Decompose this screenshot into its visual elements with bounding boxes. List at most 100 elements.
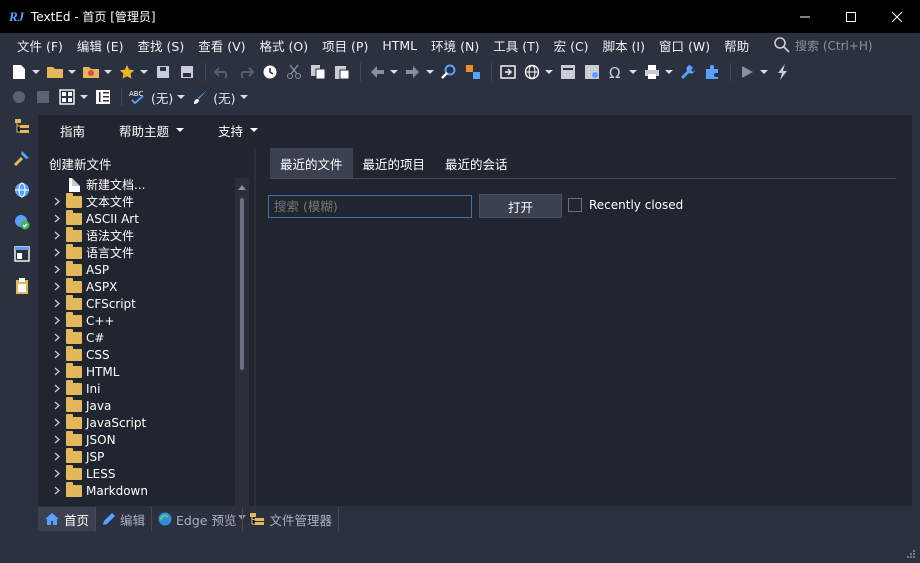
menu-help[interactable]: 帮助 bbox=[717, 36, 756, 55]
panel-splitter[interactable] bbox=[254, 148, 256, 506]
plugins-button[interactable] bbox=[701, 61, 723, 83]
new-file-button[interactable] bbox=[8, 61, 30, 83]
menu-environment[interactable]: 环境 (N) bbox=[424, 36, 486, 55]
new-file-dropdown[interactable] bbox=[32, 61, 40, 83]
symbol-dropdown[interactable] bbox=[629, 61, 637, 83]
undo-button[interactable] bbox=[211, 61, 233, 83]
tree-item-new-document[interactable]: 新建文档... bbox=[50, 176, 240, 193]
chevron-right-icon[interactable] bbox=[50, 465, 64, 482]
home-menu-guide[interactable]: 指南 bbox=[48, 121, 85, 140]
spellcheck-button[interactable]: ABC bbox=[127, 86, 149, 108]
rail-snippets-button[interactable] bbox=[11, 243, 33, 265]
find-button[interactable] bbox=[438, 61, 460, 83]
menu-script[interactable]: 脚本 (I) bbox=[596, 36, 652, 55]
chevron-right-icon[interactable] bbox=[50, 278, 64, 295]
tree-item-file-type[interactable]: ASPX bbox=[50, 277, 240, 295]
open-button[interactable]: 打开 bbox=[479, 194, 562, 218]
chevron-right-icon[interactable] bbox=[50, 397, 64, 414]
rail-file-tree-button[interactable] bbox=[11, 115, 33, 137]
layout-dropdown[interactable] bbox=[80, 86, 88, 108]
tree-item-file-type[interactable]: Ini bbox=[50, 379, 240, 397]
bottom-tab-edit[interactable]: 编辑 bbox=[96, 507, 153, 531]
tree-item-file-type[interactable]: 语法文件 bbox=[50, 226, 240, 244]
tree-item-file-type[interactable]: ASP bbox=[50, 260, 240, 278]
forward-button[interactable] bbox=[402, 61, 424, 83]
tree-item-file-type[interactable]: CFScript bbox=[50, 294, 240, 312]
chevron-right-icon[interactable] bbox=[50, 380, 64, 397]
rail-tools-button[interactable] bbox=[11, 147, 33, 169]
bookmark-dropdown[interactable] bbox=[140, 61, 148, 83]
back-dropdown[interactable] bbox=[390, 61, 398, 83]
menu-html[interactable]: HTML bbox=[375, 38, 424, 53]
chevron-right-icon[interactable] bbox=[50, 193, 64, 210]
tree-item-file-type[interactable]: HTML bbox=[50, 362, 240, 380]
chevron-right-icon[interactable] bbox=[50, 431, 64, 448]
bottom-tab-home[interactable]: 首页 bbox=[38, 507, 97, 531]
tree-scrollbar[interactable] bbox=[235, 178, 249, 526]
brush-dropdown[interactable] bbox=[240, 86, 248, 108]
tab-recent-files[interactable]: 最近的文件 bbox=[270, 148, 353, 178]
menu-find[interactable]: 查找 (S) bbox=[131, 36, 192, 55]
chevron-right-icon[interactable] bbox=[50, 482, 64, 499]
web-preview-button[interactable] bbox=[581, 61, 603, 83]
menu-macro[interactable]: 宏 (C) bbox=[547, 36, 596, 55]
tree-item-file-type[interactable]: 语言文件 bbox=[50, 243, 240, 261]
save-all-button[interactable] bbox=[176, 61, 198, 83]
layout-button[interactable] bbox=[56, 86, 78, 108]
scroll-up-button[interactable] bbox=[237, 182, 247, 192]
tree-item-file-type[interactable]: JSP bbox=[50, 447, 240, 465]
menu-search[interactable]: 搜索 (Ctrl+H) bbox=[773, 35, 910, 55]
home-menu-help-topics[interactable]: 帮助主题 bbox=[107, 121, 185, 140]
open-file-button[interactable] bbox=[44, 61, 66, 83]
menu-file[interactable]: 文件 (F) bbox=[10, 36, 70, 55]
scroll-thumb[interactable] bbox=[240, 198, 244, 370]
menu-format[interactable]: 格式 (O) bbox=[253, 36, 316, 55]
chevron-right-icon[interactable] bbox=[50, 414, 64, 431]
run-button[interactable] bbox=[736, 61, 758, 83]
paste-button[interactable] bbox=[331, 61, 353, 83]
home-menu-support[interactable]: 支持 bbox=[206, 121, 259, 140]
save-button[interactable] bbox=[152, 61, 174, 83]
chevron-right-icon[interactable] bbox=[50, 227, 64, 244]
back-button[interactable] bbox=[366, 61, 388, 83]
recent-search-input[interactable] bbox=[268, 195, 472, 218]
chevron-right-icon[interactable] bbox=[50, 261, 64, 278]
browser-button[interactable] bbox=[521, 61, 543, 83]
rail-clipboard-button[interactable] bbox=[11, 275, 33, 297]
menu-project[interactable]: 项目 (P) bbox=[315, 36, 375, 55]
rail-validate-button[interactable] bbox=[11, 211, 33, 233]
tools-button[interactable] bbox=[677, 61, 699, 83]
bookmark-button[interactable] bbox=[116, 61, 138, 83]
cut-button[interactable] bbox=[283, 61, 305, 83]
replace-button[interactable] bbox=[462, 61, 484, 83]
stop-macro-button[interactable] bbox=[32, 86, 54, 108]
chevron-right-icon[interactable] bbox=[50, 244, 64, 261]
tab-recent-projects[interactable]: 最近的项目 bbox=[353, 148, 436, 178]
menu-edit[interactable]: 编辑 (E) bbox=[70, 36, 131, 55]
html-preview-button[interactable] bbox=[557, 61, 579, 83]
tree-item-file-type[interactable]: JSON bbox=[50, 430, 240, 448]
tree-item-file-type[interactable]: Java bbox=[50, 396, 240, 414]
print-button[interactable] bbox=[641, 61, 663, 83]
tree-item-file-type[interactable]: Markdown bbox=[50, 481, 240, 499]
spellcheck-dropdown[interactable] bbox=[177, 86, 185, 108]
symbol-button[interactable]: Ω bbox=[605, 61, 627, 83]
browser-dropdown[interactable] bbox=[545, 61, 553, 83]
redo-button[interactable] bbox=[235, 61, 257, 83]
forward-dropdown[interactable] bbox=[426, 61, 434, 83]
tree-item-file-type[interactable]: ASCII Art bbox=[50, 209, 240, 227]
maximize-button[interactable] bbox=[828, 0, 874, 33]
print-dropdown[interactable] bbox=[665, 61, 673, 83]
chevron-right-icon[interactable] bbox=[50, 448, 64, 465]
tree-item-file-type[interactable]: CSS bbox=[50, 345, 240, 363]
chevron-right-icon[interactable] bbox=[50, 329, 64, 346]
tree-item-file-type[interactable]: C# bbox=[50, 328, 240, 346]
tab-recent-sessions[interactable]: 最近的会话 bbox=[435, 148, 518, 178]
chevron-right-icon[interactable] bbox=[50, 363, 64, 380]
columns-button[interactable] bbox=[92, 86, 114, 108]
chevron-right-icon[interactable] bbox=[50, 346, 64, 363]
chevron-right-icon[interactable] bbox=[50, 312, 64, 329]
history-button[interactable] bbox=[259, 61, 281, 83]
favorites-button[interactable] bbox=[80, 61, 102, 83]
rail-web-button[interactable] bbox=[11, 179, 33, 201]
